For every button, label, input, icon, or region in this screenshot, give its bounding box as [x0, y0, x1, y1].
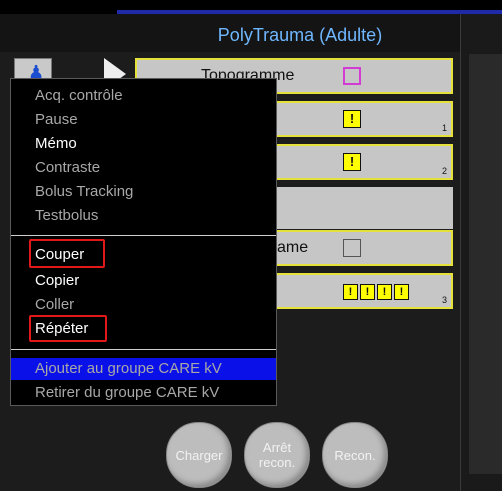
menu-separator: [11, 349, 276, 350]
warning-sequence: ! ! ! !: [343, 284, 409, 300]
top-strip-segment: [0, 0, 115, 15]
recon-button[interactable]: Recon.: [322, 422, 388, 488]
warning-icon: !: [343, 110, 361, 128]
menu-item-acq-controle[interactable]: Acq. contrôle: [35, 87, 123, 105]
menu-item-copier[interactable]: Copier: [35, 272, 79, 290]
right-panel-inner: [469, 54, 502, 474]
protocol-title: PolyTrauma (Adulte): [217, 25, 383, 45]
step-label: ame: [277, 239, 309, 256]
warning-icon: !: [394, 284, 409, 300]
menu-item-retirer-care-kv[interactable]: Retirer du groupe CARE kV: [35, 384, 219, 402]
step-number: 2: [441, 166, 447, 176]
warning-icon: !: [343, 153, 361, 171]
top-strip: [0, 0, 502, 15]
step-status-empty-icon: [343, 239, 361, 257]
charger-button[interactable]: Charger: [166, 422, 232, 488]
right-panel: [460, 14, 502, 491]
context-menu: Acq. contrôle Pause Mémo Contraste Bolus…: [10, 78, 277, 406]
menu-item-repeter[interactable]: Répéter: [35, 320, 88, 338]
menu-separator: [11, 235, 276, 236]
step-number: 1: [441, 123, 447, 133]
menu-item-bolus-tracking[interactable]: Bolus Tracking: [35, 183, 133, 201]
arret-recon-button[interactable]: Arrêt recon.: [244, 422, 310, 488]
menu-item-contraste[interactable]: Contraste: [35, 159, 100, 177]
menu-item-testbolus[interactable]: Testbolus: [35, 207, 98, 225]
menu-item-ajouter-care-kv[interactable]: Ajouter au groupe CARE kV: [35, 360, 222, 378]
warning-icon: !: [343, 284, 358, 300]
menu-item-pause[interactable]: Pause: [35, 111, 78, 129]
menu-item-memo[interactable]: Mémo: [35, 135, 77, 153]
step-status-empty-icon: [343, 67, 361, 85]
warning-icon: !: [377, 284, 392, 300]
warning-icon: !: [360, 284, 375, 300]
step-number: 3: [441, 295, 447, 305]
menu-item-coller[interactable]: Coller: [35, 296, 74, 314]
menu-item-couper[interactable]: Couper: [35, 246, 84, 264]
